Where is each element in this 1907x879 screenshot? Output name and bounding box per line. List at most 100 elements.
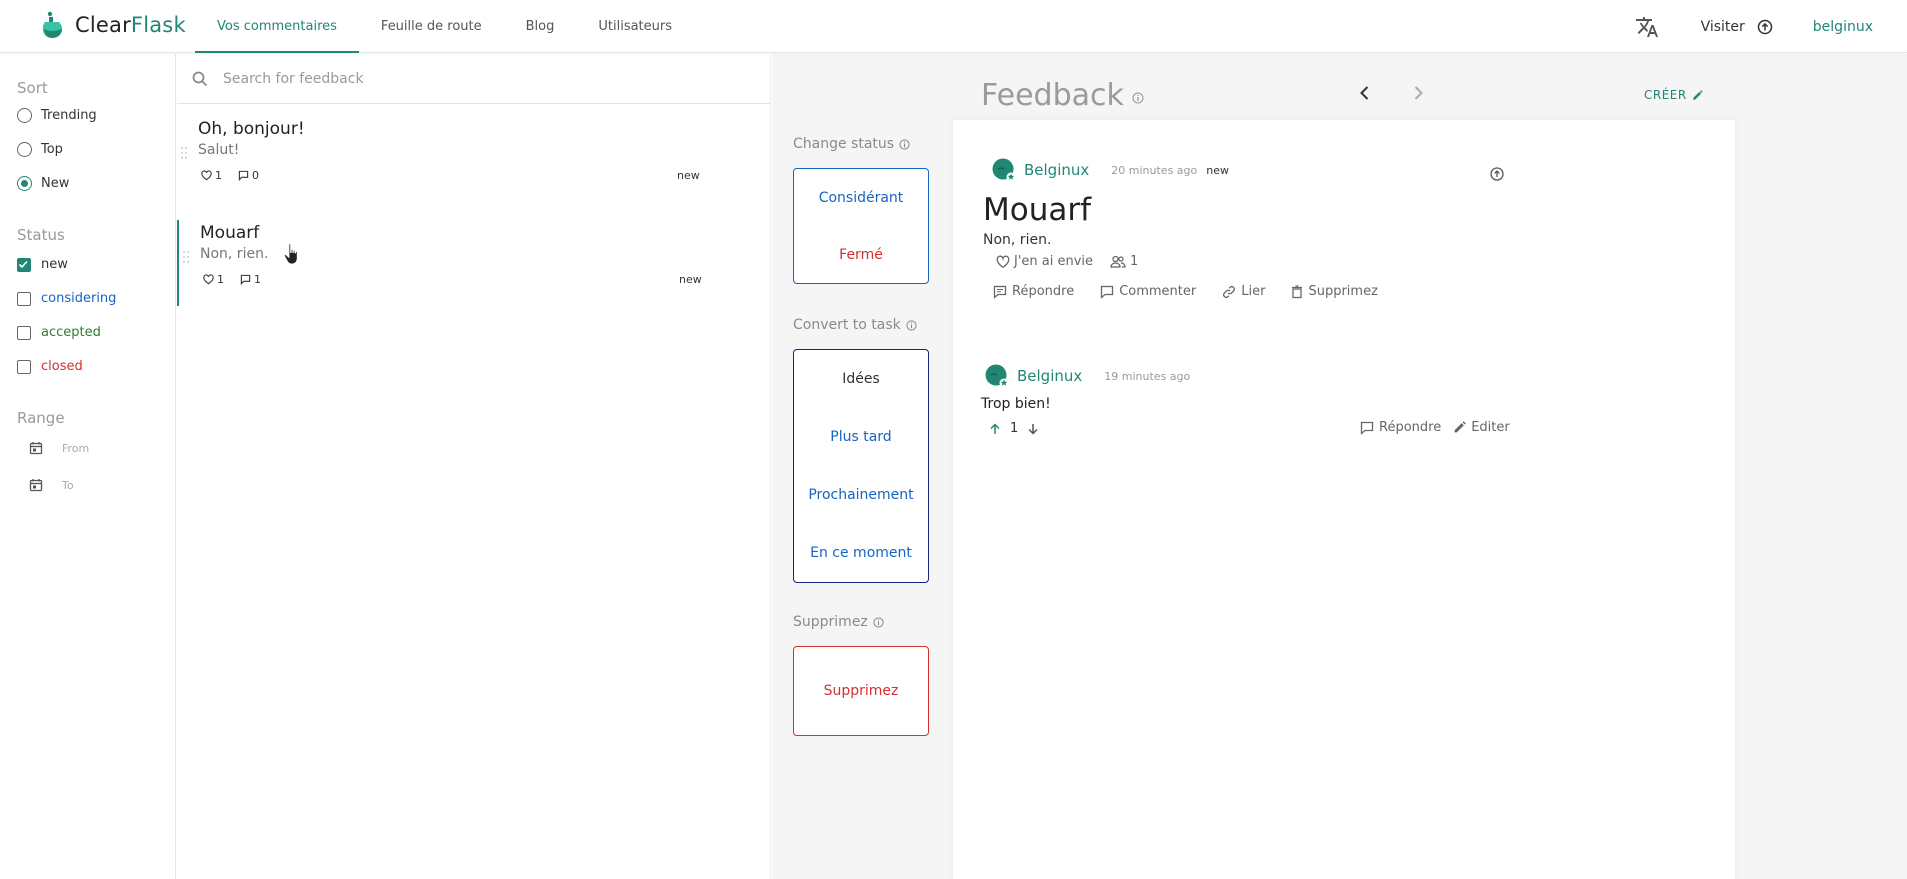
- checkbox-icon: [17, 291, 31, 306]
- trash-icon: [1292, 284, 1303, 298]
- reply-icon: [1360, 421, 1374, 435]
- arrow-up-circle-icon: [1757, 19, 1773, 34]
- comment-time: 19 minutes ago: [1104, 369, 1191, 383]
- delete-box: Supprimez: [793, 646, 929, 736]
- filter-sidebar: Sort Trending Top New Status new conside…: [0, 54, 176, 879]
- status-considering[interactable]: considering: [17, 291, 116, 306]
- post-description: Non, rien.: [983, 232, 1052, 248]
- comment-count: 0: [252, 169, 259, 182]
- people-icon: [1110, 255, 1126, 268]
- comment-author[interactable]: Belginux: [1017, 367, 1082, 385]
- task-idees-button[interactable]: Idées: [794, 350, 928, 408]
- search-bar: [177, 54, 771, 104]
- heart-icon: [201, 170, 212, 181]
- convert-task-title: Convert to task: [793, 317, 917, 333]
- pencil-icon: [1454, 421, 1466, 433]
- radio-icon: [17, 142, 32, 157]
- sort-new[interactable]: New: [17, 176, 69, 191]
- comment-vote: 1: [988, 421, 1040, 436]
- post-author-row: Belginux 20 minutes ago new: [992, 158, 1229, 182]
- convert-task-box: Idées Plus tard Prochainement En ce mome…: [793, 349, 929, 583]
- task-plus-tard-button[interactable]: Plus tard: [794, 408, 928, 466]
- info-icon[interactable]: [899, 138, 910, 150]
- checkbox-checked-icon: [17, 257, 31, 272]
- search-icon: [192, 71, 208, 86]
- main-nav: Vos commentaires Feuille de route Blog U…: [195, 0, 694, 53]
- chevron-left-icon[interactable]: [1356, 84, 1374, 102]
- user-menu[interactable]: belginux: [1813, 19, 1873, 35]
- arrow-up-circle-icon[interactable]: [1489, 166, 1505, 182]
- arrow-down-icon[interactable]: [1026, 422, 1040, 436]
- heart-icon: [203, 274, 214, 285]
- avatar[interactable]: [992, 158, 1016, 182]
- comment-edit-button[interactable]: Editer: [1453, 420, 1510, 435]
- heart-icon: [996, 255, 1010, 268]
- post-card: Belginux 20 minutes ago new Mouarf Non, …: [953, 120, 1735, 879]
- list-item[interactable]: Oh, bonjour! Salut! 1 0 new: [177, 116, 771, 202]
- delete-post-button[interactable]: Supprimez: [1291, 284, 1378, 299]
- logo[interactable]: ClearFlask: [39, 10, 186, 40]
- translate-icon[interactable]: [1635, 15, 1659, 39]
- like-count: 1: [215, 169, 222, 182]
- calendar-icon: [29, 442, 43, 455]
- status-ferme-button[interactable]: Fermé: [794, 226, 928, 283]
- create-button[interactable]: CRÉER: [1644, 88, 1703, 102]
- comment-text: Trop bien!: [981, 396, 1051, 412]
- tab-feuille-de-route[interactable]: Feuille de route: [359, 0, 504, 53]
- hand-cursor-icon: [283, 243, 298, 265]
- calendar-icon: [29, 479, 43, 492]
- visit-button[interactable]: Visiter: [1701, 19, 1773, 35]
- link-icon: [1223, 285, 1236, 298]
- post-actions-row: Répondre Commenter Lier Supprimez: [993, 284, 1404, 299]
- post-time: 20 minutes ago: [1111, 163, 1198, 177]
- drag-handle-icon[interactable]: [180, 146, 188, 160]
- post-author[interactable]: Belginux: [1024, 161, 1089, 179]
- post-description: Non, rien.: [200, 246, 269, 262]
- task-en-ce-moment-button[interactable]: En ce moment: [794, 524, 928, 582]
- post-title: Oh, bonjour!: [198, 119, 305, 139]
- list-item[interactable]: Mouarf Non, rien. 1 1 new: [177, 220, 771, 306]
- info-icon[interactable]: [873, 616, 884, 628]
- sort-top[interactable]: Top: [17, 142, 63, 157]
- info-icon[interactable]: [906, 319, 917, 331]
- drag-handle-icon[interactable]: [182, 250, 190, 264]
- voters-button[interactable]: 1: [1110, 254, 1138, 269]
- tab-blog[interactable]: Blog: [504, 0, 577, 53]
- like-count: 1: [217, 273, 224, 286]
- avatar[interactable]: [985, 364, 1009, 388]
- status-new[interactable]: new: [17, 257, 68, 272]
- status-title: Status: [17, 226, 65, 244]
- vote-count: 1: [1010, 421, 1019, 436]
- post-list: Oh, bonjour! Salut! 1 0 new Mouarf Non, …: [177, 54, 771, 879]
- link-button[interactable]: Lier: [1222, 284, 1265, 299]
- post-title: Mouarf: [983, 192, 1092, 228]
- arrow-up-icon[interactable]: [988, 422, 1002, 436]
- comment-reply-button[interactable]: Répondre: [1360, 420, 1441, 435]
- status-accepted[interactable]: accepted: [17, 325, 101, 340]
- sort-trending[interactable]: Trending: [17, 108, 97, 123]
- post-meta: 1 0: [201, 169, 275, 182]
- reply-icon: [993, 285, 1007, 299]
- radio-icon: [17, 108, 32, 123]
- comment-button[interactable]: Commenter: [1100, 284, 1196, 299]
- status-closed[interactable]: closed: [17, 359, 83, 374]
- reply-button[interactable]: Répondre: [993, 284, 1074, 299]
- comment-author-row: Belginux 19 minutes ago: [985, 364, 1190, 388]
- task-prochainement-button[interactable]: Prochainement: [794, 466, 928, 524]
- chevron-right-icon[interactable]: [1409, 84, 1427, 102]
- range-title: Range: [17, 409, 65, 427]
- range-from-field[interactable]: From: [29, 441, 89, 455]
- fund-button[interactable]: J'en ai envie: [996, 254, 1093, 269]
- flask-logo-icon: [42, 11, 63, 38]
- tab-utilisateurs[interactable]: Utilisateurs: [576, 0, 694, 53]
- info-icon[interactable]: [1132, 91, 1144, 104]
- delete-button[interactable]: Supprimez: [794, 647, 928, 735]
- search-input[interactable]: [223, 70, 723, 87]
- status-badge[interactable]: new: [1206, 164, 1229, 177]
- tab-vos-commentaires[interactable]: Vos commentaires: [195, 0, 359, 53]
- app-header: ClearFlask Vos commentaires Feuille de r…: [0, 0, 1907, 53]
- range-to-field[interactable]: To: [29, 478, 74, 492]
- comment-icon: [240, 274, 251, 285]
- checkbox-icon: [17, 359, 31, 374]
- status-considerant-button[interactable]: Considérant: [794, 169, 928, 226]
